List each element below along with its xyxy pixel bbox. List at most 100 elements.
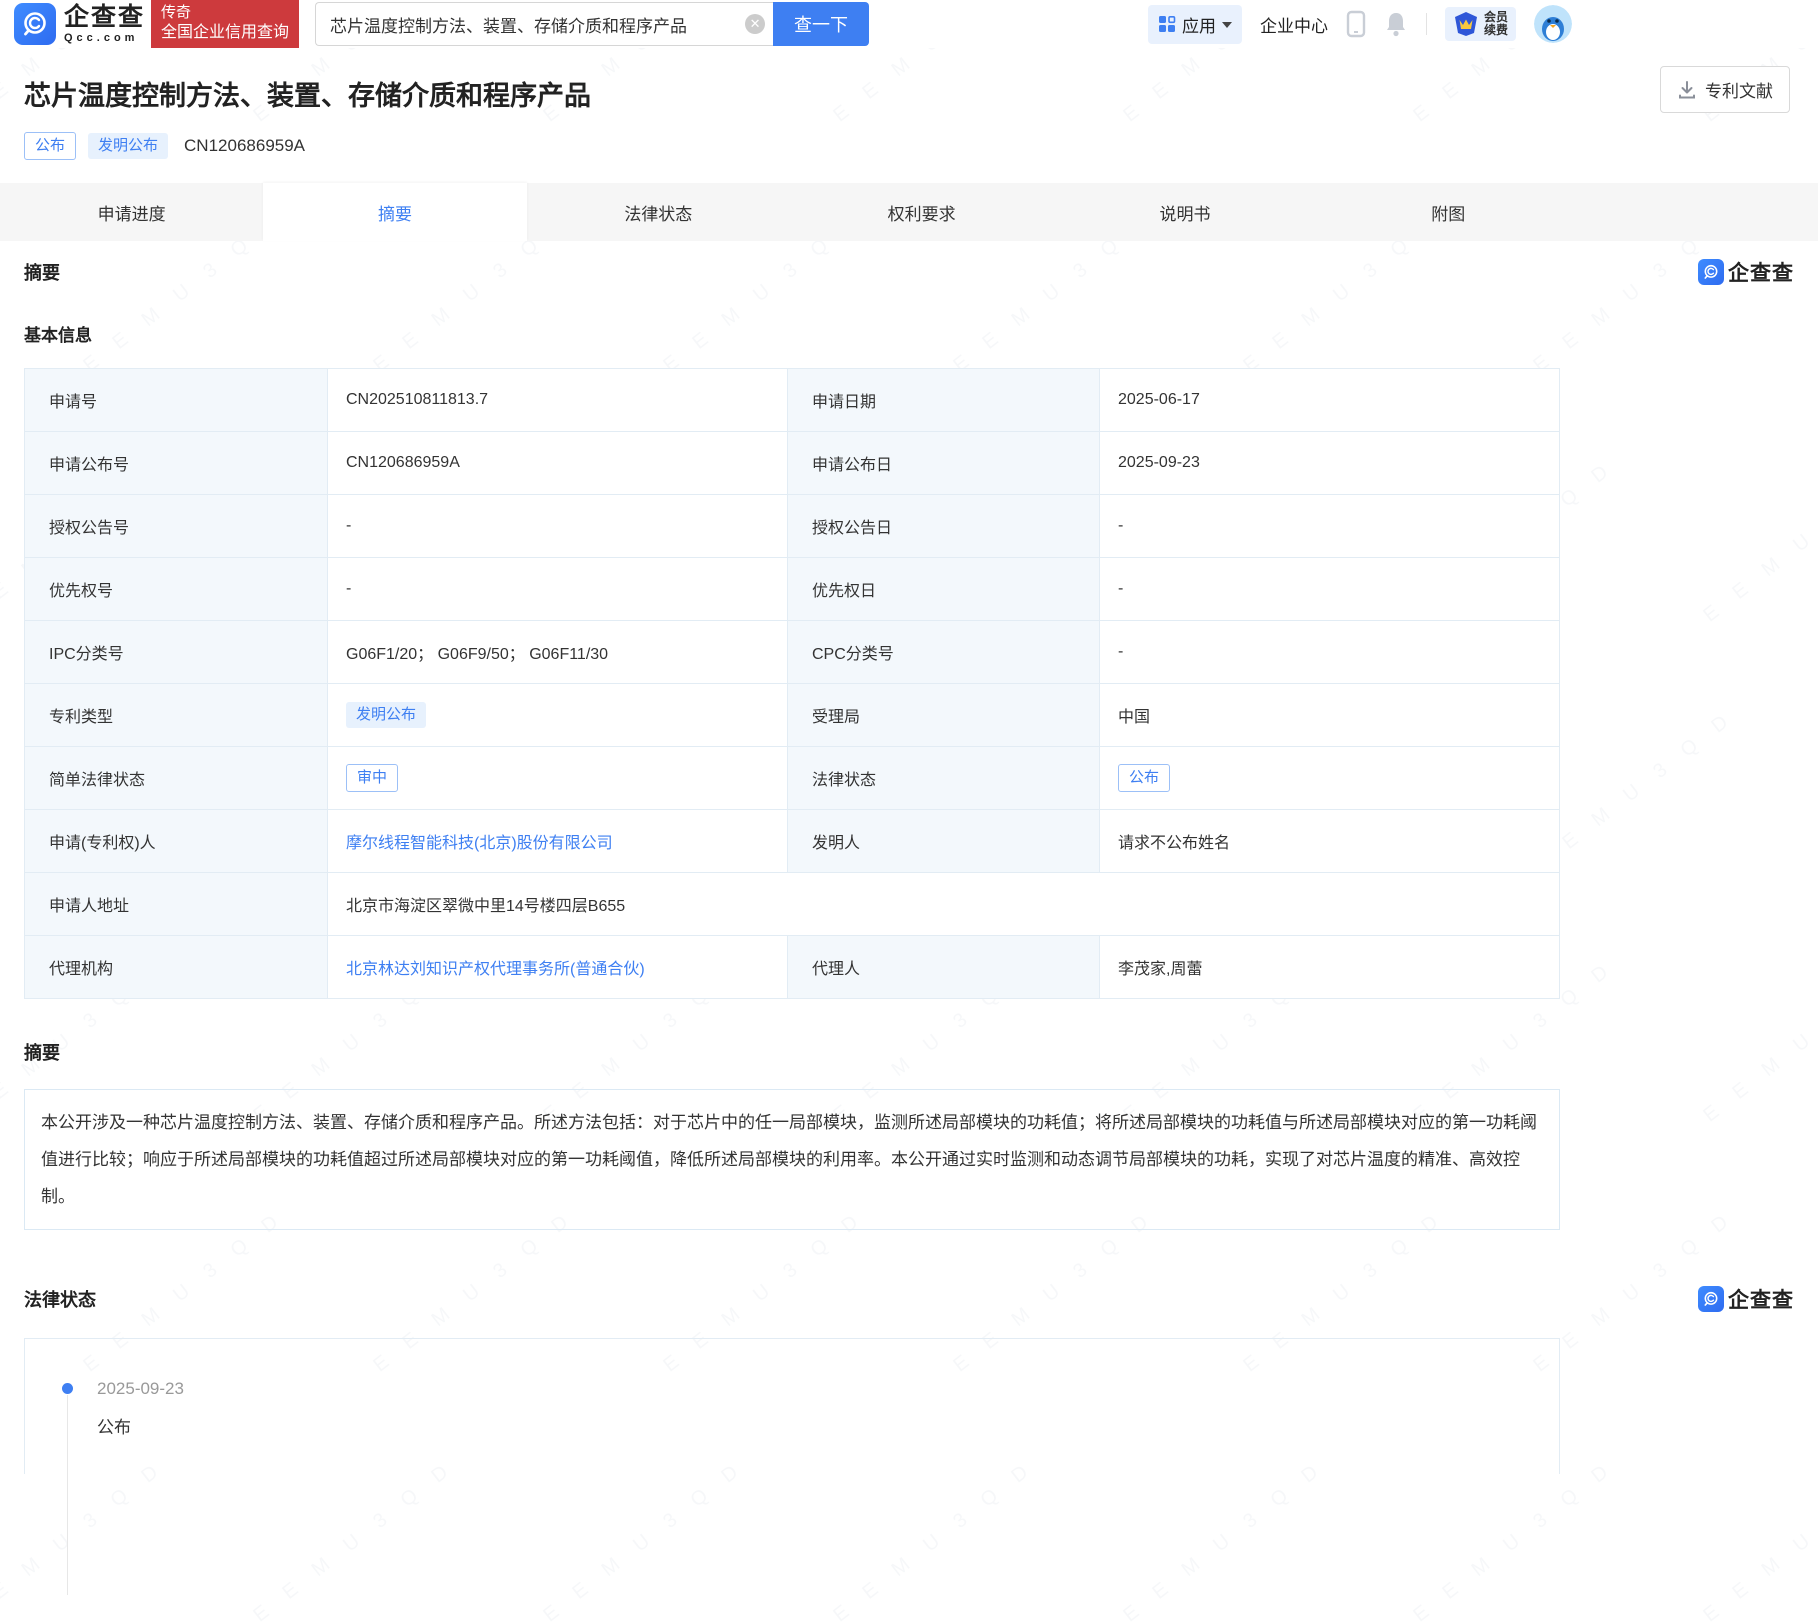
info-label: 申请(专利权)人 bbox=[25, 810, 328, 873]
crown-icon bbox=[1453, 11, 1479, 37]
notification-bell-icon[interactable] bbox=[1384, 11, 1408, 37]
qcc-watermark-logo: 企查查 bbox=[1698, 257, 1794, 287]
info-label: 代理机构 bbox=[25, 936, 328, 999]
info-value: 北京林达刘知识产权代理事务所(普通合伙) bbox=[328, 936, 788, 999]
status-tag: 审中 bbox=[346, 764, 398, 792]
info-value: 公布 bbox=[1100, 747, 1560, 810]
info-value: 2025-06-17 bbox=[1100, 369, 1560, 432]
info-label: 申请公布日 bbox=[788, 432, 1100, 495]
info-label: 代理人 bbox=[788, 936, 1100, 999]
table-row: 优先权号-优先权日- bbox=[25, 558, 1560, 621]
info-value: 摩尔线程智能科技(北京)股份有限公司 bbox=[328, 810, 788, 873]
search-button[interactable]: 查一下 bbox=[773, 2, 869, 46]
clear-search-icon[interactable]: ✕ bbox=[745, 14, 765, 34]
abstract-heading: 摘要 bbox=[24, 1039, 1794, 1065]
tab-bar: 申请进度摘要法律状态权利要求说明书附图 bbox=[0, 183, 1818, 241]
info-value: G06F1/20； G06F9/50； G06F11/30 bbox=[328, 621, 788, 684]
info-value: 发明公布 bbox=[328, 684, 788, 747]
timeline-date: 2025-09-23 bbox=[97, 1379, 1559, 1399]
table-row: 申请(专利权)人摩尔线程智能科技(北京)股份有限公司发明人请求不公布姓名 bbox=[25, 810, 1560, 873]
info-value: - bbox=[1100, 621, 1560, 684]
entity-link[interactable]: 北京林达刘知识产权代理事务所(普通合伙) bbox=[346, 961, 645, 978]
search-input[interactable] bbox=[315, 2, 773, 46]
info-value: CN120686959A bbox=[328, 432, 788, 495]
info-label: IPC分类号 bbox=[25, 621, 328, 684]
status-tag: 公布 bbox=[1118, 764, 1170, 792]
user-avatar[interactable] bbox=[1534, 5, 1572, 43]
table-row: 专利类型发明公布 受理局中国 bbox=[25, 684, 1560, 747]
download-icon bbox=[1677, 80, 1697, 100]
tab-5[interactable]: 附图 bbox=[1317, 183, 1580, 241]
info-label: 优先权号 bbox=[25, 558, 328, 621]
table-row: 申请公布号CN120686959A申请公布日2025-09-23 bbox=[25, 432, 1560, 495]
tab-1[interactable]: 摘要 bbox=[263, 183, 526, 241]
basic-info-table: 申请号CN202510811813.7申请日期2025-06-17申请公布号CN… bbox=[24, 368, 1560, 999]
type-badge-invention[interactable]: 发明公布 bbox=[88, 133, 168, 159]
tab-4[interactable]: 说明书 bbox=[1053, 183, 1316, 241]
patent-number: CN120686959A bbox=[184, 136, 305, 156]
abstract-text: 本公开涉及一种芯片温度控制方法、装置、存储介质和程序产品。所述方法包括：对于芯片… bbox=[24, 1089, 1560, 1230]
info-value: 北京市海淀区翠微中里14号楼四层B655 bbox=[328, 873, 1560, 936]
info-value: 2025-09-23 bbox=[1100, 432, 1560, 495]
info-label: 申请人地址 bbox=[25, 873, 328, 936]
info-label: 授权公告日 bbox=[788, 495, 1100, 558]
apps-menu[interactable]: 应用 bbox=[1148, 5, 1242, 44]
timeline-dot-icon bbox=[62, 1383, 73, 1394]
top-bar: 企查查 Qcc.com 传奇 全国企业信用查询 ✕ 查一下 bbox=[0, 0, 1818, 48]
entity-link[interactable]: 摩尔线程智能科技(北京)股份有限公司 bbox=[346, 835, 613, 852]
nav-divider bbox=[1426, 13, 1427, 35]
promo-badge: 传奇 全国企业信用查询 bbox=[151, 0, 299, 48]
status-badge-published: 公布 bbox=[24, 132, 76, 160]
tab-2[interactable]: 法律状态 bbox=[527, 183, 790, 241]
info-label: 受理局 bbox=[788, 684, 1100, 747]
summary-section-heading: 摘要 bbox=[24, 259, 60, 285]
legal-status-heading: 法律状态 bbox=[24, 1286, 96, 1312]
patent-title: 芯片温度控制方法、装置、存储介质和程序产品 bbox=[24, 74, 1794, 113]
qcc-mini-text-bottom: 企查查 bbox=[1728, 1284, 1794, 1314]
tab-0[interactable]: 申请进度 bbox=[0, 183, 263, 241]
info-value: 李茂家,周蕾 bbox=[1100, 936, 1560, 999]
info-label: 授权公告号 bbox=[25, 495, 328, 558]
info-value: - bbox=[328, 558, 788, 621]
title-section: 芯片温度控制方法、装置、存储介质和程序产品 公布 发明公布 CN12068695… bbox=[0, 48, 1818, 161]
enterprise-center-link[interactable]: 企业中心 bbox=[1260, 12, 1328, 37]
info-value: 中国 bbox=[1100, 684, 1560, 747]
chevron-down-icon bbox=[1222, 22, 1232, 28]
table-row: 申请号CN202510811813.7申请日期2025-06-17 bbox=[25, 369, 1560, 432]
info-value: 请求不公布姓名 bbox=[1100, 810, 1560, 873]
basic-info-heading: 基本信息 bbox=[24, 321, 1794, 346]
brand-name: 企查查 bbox=[64, 5, 145, 30]
info-label: 优先权日 bbox=[788, 558, 1100, 621]
timeline-status: 公布 bbox=[97, 1413, 1559, 1438]
info-label: 申请公布号 bbox=[25, 432, 328, 495]
qcc-logo[interactable]: 企查查 Qcc.com bbox=[14, 3, 145, 45]
qcc-watermark-logo-bottom: 企查查 bbox=[1698, 1284, 1794, 1314]
info-value: 审中 bbox=[328, 747, 788, 810]
info-label: 专利类型 bbox=[25, 684, 328, 747]
timeline-event: 2025-09-23 公布 bbox=[63, 1379, 1559, 1438]
tab-3[interactable]: 权利要求 bbox=[790, 183, 1053, 241]
info-label: CPC分类号 bbox=[788, 621, 1100, 684]
legal-status-panel: 2025-09-23 公布 bbox=[24, 1338, 1560, 1474]
qcc-logo-icon bbox=[14, 3, 56, 45]
table-row: 申请人地址北京市海淀区翠微中里14号楼四层B655 bbox=[25, 873, 1560, 936]
info-label: 申请日期 bbox=[788, 369, 1100, 432]
qcc-brand-text: 企查查 Qcc.com bbox=[64, 5, 145, 44]
info-label: 简单法律状态 bbox=[25, 747, 328, 810]
search-bar: ✕ 查一下 bbox=[315, 2, 869, 46]
qcc-mini-text: 企查查 bbox=[1728, 257, 1794, 287]
promo-line2: 全国企业信用查询 bbox=[161, 23, 289, 43]
info-label: 法律状态 bbox=[788, 747, 1100, 810]
info-value: - bbox=[1100, 558, 1560, 621]
qcc-mini-icon bbox=[1698, 259, 1724, 285]
main-content: 摘要 企查查 基本信息 申请号CN202510811813.7申请日期2025-… bbox=[0, 257, 1818, 1474]
member-renew-badge[interactable]: 会员 续费 bbox=[1445, 7, 1516, 41]
info-value: - bbox=[1100, 495, 1560, 558]
patent-document-button[interactable]: 专利文献 bbox=[1660, 66, 1790, 113]
info-label: 申请号 bbox=[25, 369, 328, 432]
qcc-mini-icon-bottom bbox=[1698, 1286, 1724, 1312]
table-row: IPC分类号G06F1/20； G06F9/50； G06F11/30CPC分类… bbox=[25, 621, 1560, 684]
apps-label: 应用 bbox=[1182, 12, 1216, 37]
status-tag: 发明公布 bbox=[346, 702, 426, 728]
mobile-app-icon[interactable] bbox=[1346, 10, 1366, 38]
